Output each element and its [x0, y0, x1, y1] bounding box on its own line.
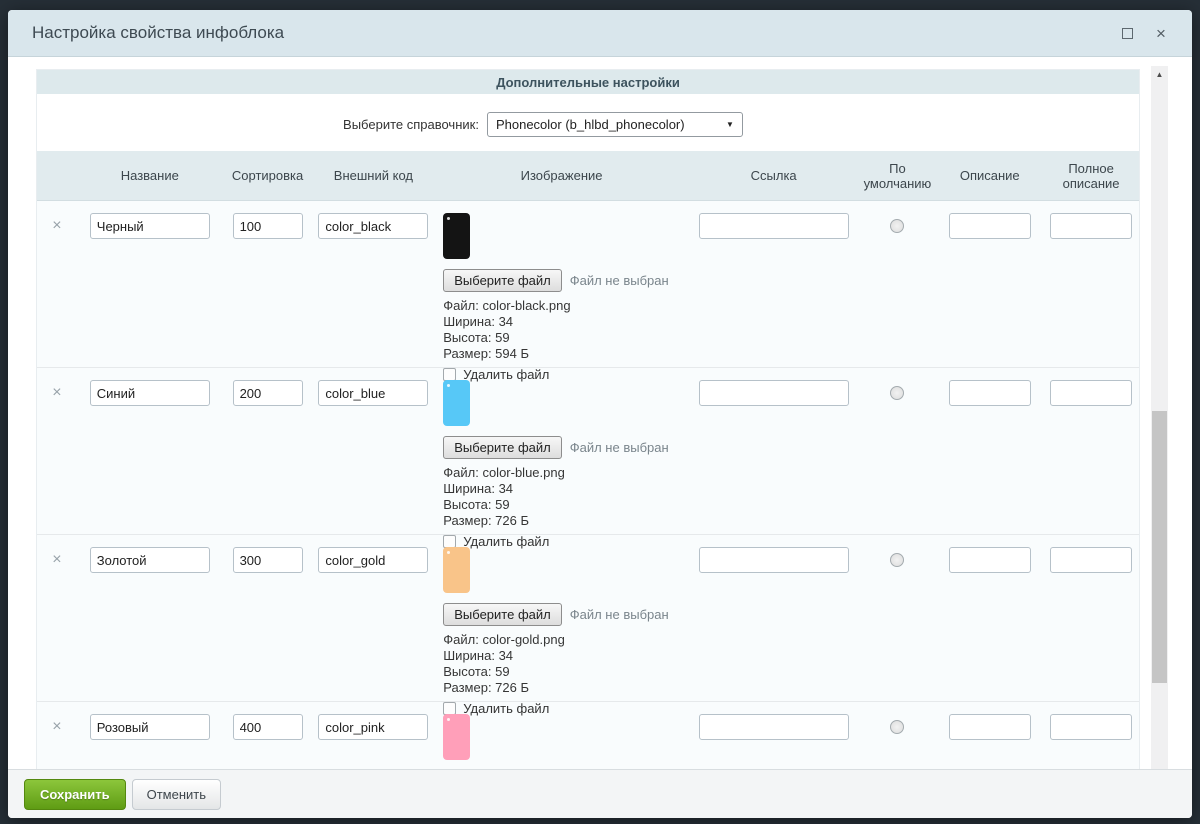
column-header-code: Внешний код [313, 168, 435, 183]
external-code-input[interactable] [318, 547, 428, 573]
no-file-chosen-label: Файл не выбран [570, 607, 669, 622]
file-height: Высота: 59 [443, 330, 689, 346]
table-row: × Выберите файл Файл не выбран Файл: col… [37, 535, 1139, 702]
name-input[interactable] [90, 547, 210, 573]
choose-file-button[interactable]: Выберите файл [443, 436, 561, 459]
sort-input[interactable] [233, 213, 303, 239]
external-code-input[interactable] [318, 714, 428, 740]
chevron-down-icon: ▼ [726, 120, 734, 129]
delete-row-icon[interactable]: × [52, 380, 61, 406]
additional-settings-header: Дополнительные настройки [37, 70, 1139, 94]
column-header-default: По умолчанию [859, 161, 937, 191]
description-input[interactable] [949, 547, 1031, 573]
default-radio[interactable] [890, 386, 904, 400]
link-input[interactable] [699, 714, 849, 740]
file-width: Ширина: 34 [443, 481, 689, 497]
column-header-full-description: Полное описание [1043, 161, 1139, 191]
close-icon: × [1156, 25, 1166, 42]
external-code-input[interactable] [318, 213, 428, 239]
default-radio[interactable] [890, 219, 904, 233]
no-file-chosen-label: Файл не выбран [570, 440, 669, 455]
delete-row-icon[interactable]: × [52, 213, 61, 239]
name-input[interactable] [90, 213, 210, 239]
name-input[interactable] [90, 714, 210, 740]
maximize-icon [1122, 28, 1133, 39]
name-input[interactable] [90, 380, 210, 406]
default-radio[interactable] [890, 720, 904, 734]
file-size: Размер: 594 Б [443, 346, 689, 362]
color-swatch-image [443, 213, 470, 259]
external-code-input[interactable] [318, 380, 428, 406]
full-description-input[interactable] [1050, 714, 1132, 740]
full-description-input[interactable] [1050, 213, 1132, 239]
color-swatch-image [443, 547, 470, 593]
scrollbar-thumb[interactable] [1152, 411, 1167, 683]
file-width: Ширина: 34 [443, 314, 689, 330]
file-info: Файл: color-blue.png Ширина: 34 Высота: … [443, 465, 689, 529]
file-name: Файл: color-black.png [443, 298, 689, 314]
close-button[interactable]: × [1148, 20, 1174, 46]
reference-select[interactable]: Phonecolor (b_hlbd_phonecolor) ▼ [487, 112, 743, 137]
delete-row-icon[interactable]: × [52, 714, 61, 740]
description-input[interactable] [949, 714, 1031, 740]
link-input[interactable] [699, 380, 849, 406]
file-size: Размер: 726 Б [443, 680, 689, 696]
column-header-description: Описание [936, 168, 1043, 183]
dialog-footer: Сохранить Отменить [8, 769, 1192, 818]
reference-select-label: Выберите справочник: [343, 117, 479, 132]
table-row: × Выберите файл Файл не выбран Файл: col… [37, 201, 1139, 368]
dialog-titlebar: Настройка свойства инфоблока × [8, 10, 1192, 57]
choose-file-button[interactable]: Выберите файл [443, 603, 561, 626]
full-description-input[interactable] [1050, 380, 1132, 406]
color-swatch-image [443, 380, 470, 426]
file-height: Высота: 59 [443, 664, 689, 680]
vertical-scrollbar[interactable]: ▲ ▼ [1151, 66, 1168, 785]
file-size: Размер: 726 Б [443, 513, 689, 529]
sort-input[interactable] [233, 380, 303, 406]
link-input[interactable] [699, 547, 849, 573]
color-swatch-image [443, 714, 470, 760]
settings-panel: Дополнительные настройки Выберите справо… [36, 69, 1140, 770]
sort-input[interactable] [233, 714, 303, 740]
file-width: Ширина: 34 [443, 648, 689, 664]
link-input[interactable] [699, 213, 849, 239]
reference-select-row: Выберите справочник: Phonecolor (b_hlbd_… [36, 112, 1094, 137]
reference-select-value: Phonecolor (b_hlbd_phonecolor) [496, 117, 726, 132]
table-row: × Выберите файл Файл не выбран Файл: col… [37, 368, 1139, 535]
dialog-title: Настройка свойства инфоблока [32, 23, 1106, 43]
choose-file-button[interactable]: Выберите файл [443, 269, 561, 292]
file-name: Файл: color-gold.png [443, 632, 689, 648]
values-table: Название Сортировка Внешний код Изображе… [37, 151, 1139, 770]
save-button[interactable]: Сохранить [24, 779, 126, 810]
cancel-button[interactable]: Отменить [132, 779, 221, 810]
delete-row-icon[interactable]: × [52, 547, 61, 573]
scroll-up-icon[interactable]: ▲ [1151, 66, 1168, 83]
maximize-button[interactable] [1114, 20, 1140, 46]
default-radio[interactable] [890, 553, 904, 567]
no-file-chosen-label: Файл не выбран [570, 273, 669, 288]
column-header-image: Изображение [434, 168, 689, 183]
file-name: Файл: color-blue.png [443, 465, 689, 481]
file-info: Файл: color-black.png Ширина: 34 Высота:… [443, 298, 689, 362]
table-header-row: Название Сортировка Внешний код Изображе… [37, 151, 1139, 201]
description-input[interactable] [949, 213, 1031, 239]
description-input[interactable] [949, 380, 1031, 406]
full-description-input[interactable] [1050, 547, 1132, 573]
sort-input[interactable] [233, 547, 303, 573]
column-header-link: Ссылка [689, 168, 859, 183]
infoblock-property-settings-dialog: Настройка свойства инфоблока × Дополните… [8, 10, 1192, 818]
file-height: Высота: 59 [443, 497, 689, 513]
column-header-name: Название [77, 168, 223, 183]
file-info: Файл: color-gold.png Ширина: 34 Высота: … [443, 632, 689, 696]
column-header-sort: Сортировка [223, 168, 313, 183]
